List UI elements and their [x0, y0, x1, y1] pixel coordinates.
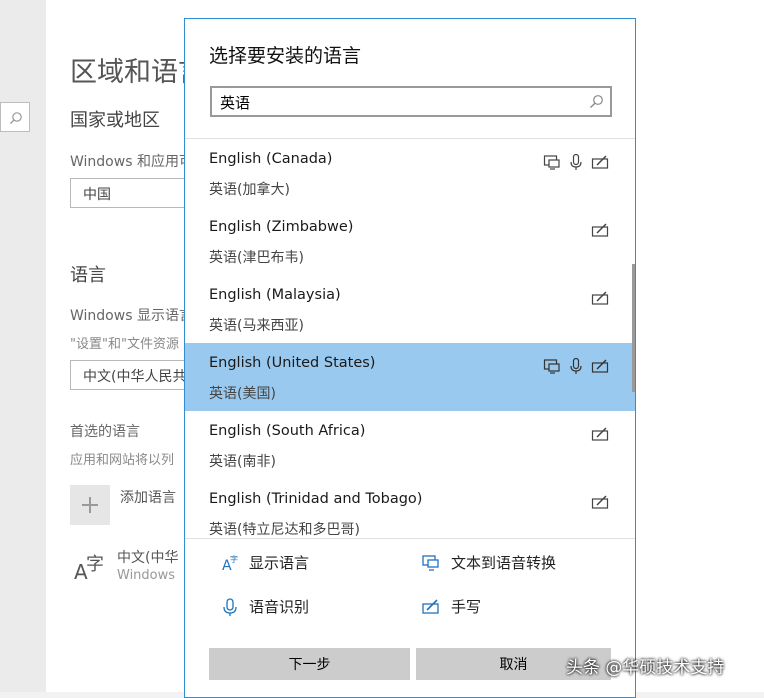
language-native-name: 英语(美国)	[209, 386, 276, 402]
region-description: Windows 和应用可	[70, 154, 193, 170]
search-icon[interactable]	[589, 94, 604, 109]
dialog-title: 选择要安装的语言	[209, 45, 362, 67]
language-native-name: 英语(津巴布韦)	[209, 250, 304, 266]
handwriting-icon	[591, 427, 609, 441]
handwriting-icon	[591, 291, 609, 305]
display-language-feature-icon: A字	[222, 554, 238, 573]
language-name: English (Zimbabwe)	[209, 219, 354, 235]
handwriting-icon	[591, 359, 609, 373]
handwriting-icon	[591, 155, 609, 169]
installed-language-name[interactable]: 中文(中华	[117, 547, 178, 567]
installed-language-status: Windows	[117, 568, 176, 583]
language-native-name: 英语(加拿大)	[209, 182, 290, 198]
legend-handwriting: 手写	[421, 596, 481, 617]
preferred-languages-heading: 首选的语言	[70, 424, 140, 440]
list-scrollbar[interactable]	[632, 264, 635, 392]
language-name: English (United States)	[209, 355, 376, 371]
language-native-name: 英语(特立尼达和多巴哥)	[209, 522, 360, 538]
display-language-dropdown[interactable]: 中文(中华人民共	[70, 360, 200, 390]
svg-text:字: 字	[230, 554, 238, 564]
handwriting-icon	[591, 495, 609, 509]
text-to-speech-icon	[422, 554, 439, 571]
legend-speech-recognition: 语音识别	[221, 596, 309, 617]
display-language-icon	[543, 359, 560, 374]
language-heading: 语言	[70, 265, 106, 286]
handwriting-feature-icon	[422, 598, 439, 614]
language-search-box[interactable]	[210, 86, 612, 117]
language-item-en-zw[interactable]: English (Zimbabwe) 英语(津巴布韦)	[185, 207, 635, 275]
language-item-en-us[interactable]: English (United States) 英语(美国)	[185, 343, 635, 411]
display-language-description: Windows 显示语言	[70, 308, 193, 324]
language-item-en-ca[interactable]: English (Canada) 英语(加拿大)	[185, 139, 635, 207]
install-language-dialog: 选择要安装的语言 English (Canada) 英语(加拿大) Englis…	[184, 18, 636, 698]
language-list: English (Canada) 英语(加拿大) English (Zimbab…	[185, 139, 635, 538]
language-name: English (South Africa)	[209, 423, 366, 439]
watermark: 头条 @华硕技术支持	[566, 658, 725, 678]
language-pack-icon: 字 A	[74, 554, 104, 584]
settings-search-box[interactable]	[0, 102, 30, 132]
speech-icon	[570, 357, 582, 374]
language-native-name: 英语(南非)	[209, 454, 276, 470]
language-item-en-za[interactable]: English (South Africa) 英语(南非)	[185, 411, 635, 479]
add-language-button[interactable]	[70, 485, 110, 525]
microphone-icon	[223, 597, 237, 616]
language-search-input[interactable]	[220, 91, 580, 113]
legend-display-language: A字 显示语言	[222, 554, 310, 573]
language-native-name: 英语(马来西亚)	[209, 318, 304, 334]
display-language-icon	[543, 155, 560, 170]
next-button[interactable]: 下一步	[209, 648, 410, 680]
language-name: English (Trinidad and Tobago)	[209, 491, 423, 507]
region-heading: 国家或地区	[70, 110, 160, 131]
language-item-en-tt[interactable]: English (Trinidad and Tobago) 英语(特立尼达和多巴…	[185, 479, 635, 538]
handwriting-icon	[591, 223, 609, 237]
display-language-description-2: "设置"和"文件资源	[70, 337, 179, 352]
speech-icon	[570, 153, 582, 170]
add-language-label[interactable]: 添加语言	[120, 487, 176, 507]
language-name: English (Malaysia)	[209, 287, 341, 303]
legend-text-to-speech: 文本到语音转换	[421, 552, 556, 573]
language-item-en-my[interactable]: English (Malaysia) 英语(马来西亚)	[185, 275, 635, 343]
preferred-languages-description: 应用和网站将以列	[70, 453, 175, 468]
search-icon	[10, 112, 22, 124]
region-dropdown[interactable]: 中国	[70, 178, 200, 208]
language-name: English (Canada)	[209, 151, 333, 167]
list-divider	[185, 538, 635, 539]
